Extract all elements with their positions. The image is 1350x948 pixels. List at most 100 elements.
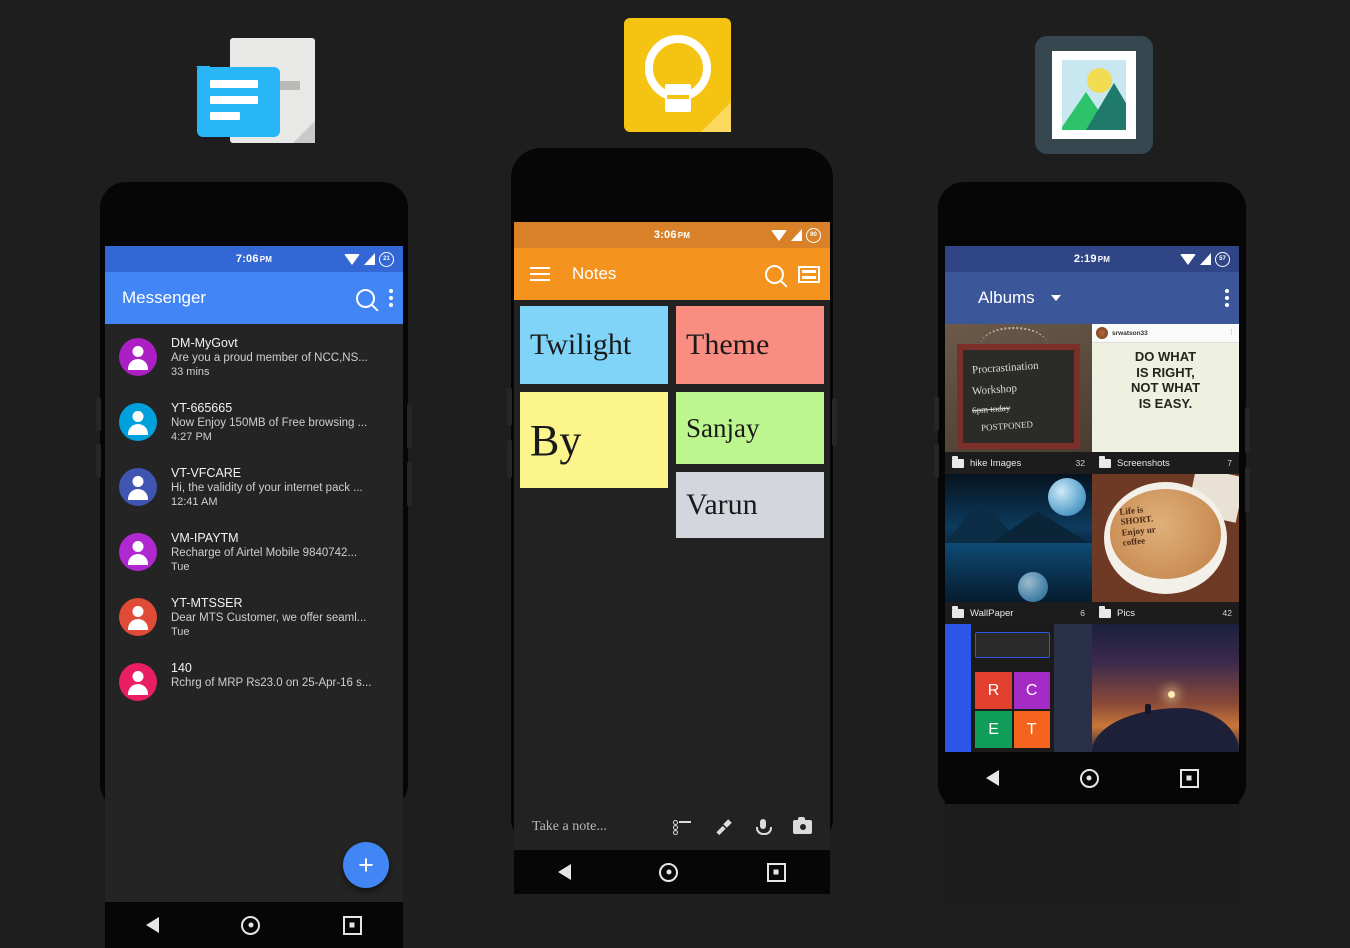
landscape-image [1062, 60, 1126, 130]
back-icon[interactable] [558, 864, 572, 880]
bubble-line-1 [210, 80, 258, 88]
album-thumbnail[interactable] [1092, 624, 1239, 752]
wallpaper-canvas: 7:06PM 21 Messenger DM-MyGovt Are you a … [0, 0, 1350, 948]
contact-name: VT-VFCARE [171, 466, 242, 480]
power-button[interactable] [407, 404, 412, 448]
folder-icon [952, 455, 964, 468]
hamburger-menu-icon[interactable] [530, 267, 550, 281]
volume-button[interactable] [934, 397, 939, 431]
instagram-header: srwatson33 ⋮ [1092, 324, 1239, 343]
album-cell[interactable]: R C E T [945, 624, 1092, 752]
power-button[interactable] [1245, 407, 1250, 453]
side-button[interactable] [407, 462, 412, 506]
volume-button[interactable] [96, 397, 101, 431]
volume-button[interactable] [507, 388, 512, 426]
microphone-icon[interactable] [756, 818, 772, 836]
album-cell[interactable]: Life is SHORT. Enjoy ur coffee Pics 42 [1092, 474, 1239, 624]
list-view-toggle-icon[interactable] [798, 265, 820, 283]
conversation-list[interactable]: DM-MyGovt Are you a proud member of NCC,… [105, 324, 403, 902]
dialer-tabs [975, 660, 1050, 670]
chain-shape [980, 326, 1048, 347]
list-item[interactable]: VT-VFCARE Hi, the validity of your inter… [105, 454, 403, 519]
chalk-line-3: 6pm today [971, 403, 1011, 416]
chalk-line-4: POSTPONED [980, 419, 1033, 433]
compose-fab[interactable]: + [343, 842, 389, 888]
checklist-icon[interactable] [673, 819, 691, 835]
album-grid[interactable]: Procrastination Workshop 6pm today POSTP… [945, 324, 1239, 902]
home-icon[interactable] [659, 862, 679, 882]
home-icon[interactable] [241, 915, 261, 935]
message-preview: Are you a proud member of NCC,NS... [171, 352, 368, 364]
back-icon[interactable] [146, 917, 160, 933]
status-bar: 7:06PM 21 [105, 246, 403, 272]
list-item[interactable]: YT-MTSSER Dear MTS Customer, we offer se… [105, 584, 403, 649]
mountain-shape [993, 511, 1089, 544]
avatar [119, 598, 157, 636]
recents-icon[interactable] [342, 915, 362, 935]
album-thumbnail[interactable]: srwatson33 ⋮ DO WHAT IS RIGHT, NOT WHAT … [1092, 324, 1239, 452]
mountain-back [1086, 83, 1126, 130]
app-bar-messenger: Messenger [105, 272, 403, 324]
photo-frame-shape [1035, 36, 1153, 154]
take-a-note-input[interactable]: Take a note... [532, 819, 673, 835]
album-name: Screenshots [1117, 457, 1170, 469]
list-item[interactable]: 140 Rchrg of MRP Rs23.0 on 25-Apr-16 s..… [105, 649, 403, 712]
album-thumbnail[interactable]: Procrastination Workshop 6pm today POSTP… [945, 324, 1092, 452]
album-label: Pics 42 [1092, 602, 1239, 624]
message-preview: Dear MTS Customer, we offer seaml... [171, 612, 367, 624]
message-preview: Hi, the validity of your internet pack .… [171, 482, 363, 494]
album-thumbnail[interactable] [945, 474, 1092, 602]
home-icon[interactable] [1079, 768, 1099, 788]
avatar [119, 403, 157, 441]
recents-icon[interactable] [766, 862, 786, 882]
google-keep-app-icon [624, 18, 731, 132]
message-preview: Rchrg of MRP Rs23.0 on 25-Apr-16 s... [171, 677, 372, 689]
album-cell[interactable]: srwatson33 ⋮ DO WHAT IS RIGHT, NOT WHAT … [1092, 324, 1239, 474]
android-nav-bar [945, 752, 1239, 804]
album-cell[interactable] [1092, 624, 1239, 752]
album-count: 32 [1075, 458, 1085, 468]
quote-line-3: NOT WHAT [1130, 380, 1201, 396]
list-item[interactable]: VM-IPAYTM Recharge of Airtel Mobile 9840… [105, 519, 403, 584]
recents-icon[interactable] [1179, 768, 1199, 788]
power-button[interactable] [832, 398, 837, 446]
album-cell[interactable]: Procrastination Workshop 6pm today POSTP… [945, 324, 1092, 474]
pen-icon[interactable] [717, 819, 733, 835]
note-card[interactable]: Twilight [520, 306, 668, 384]
coffee-photo: Life is SHORT. Enjoy ur coffee [1092, 474, 1239, 602]
contact-name: DM-MyGovt [171, 336, 238, 350]
bubble-line-3 [210, 112, 240, 120]
tile: C [1013, 672, 1050, 709]
note-card[interactable]: Varun [676, 472, 824, 538]
overflow-menu-icon[interactable] [1225, 289, 1229, 307]
message-time: Tue [171, 626, 190, 638]
overflow-menu-icon: ⋮ [1228, 329, 1235, 337]
album-row: R C E T [945, 624, 1239, 752]
app-title: Notes [572, 264, 617, 283]
album-selector-label[interactable]: Albums [978, 288, 1035, 308]
album-thumbnail[interactable]: R C E T [945, 624, 1092, 752]
note-card[interactable]: Theme [676, 306, 824, 384]
overflow-menu-icon[interactable] [389, 289, 393, 307]
note-card[interactable]: By [520, 392, 668, 488]
album-cell[interactable]: WallPaper 6 [945, 474, 1092, 624]
chevron-down-icon[interactable] [1050, 295, 1061, 301]
android-nav-bar [514, 850, 830, 894]
note-card[interactable]: Sanjay [676, 392, 824, 464]
camera-icon[interactable] [793, 817, 812, 834]
screen-notes: 3:06PM 90 Notes Twilight By Theme Sanjay… [514, 222, 830, 894]
search-icon[interactable] [765, 264, 784, 284]
back-icon[interactable] [985, 770, 999, 786]
list-item[interactable]: DM-MyGovt Are you a proud member of NCC,… [105, 324, 403, 389]
volume-down-button[interactable] [934, 444, 939, 478]
volume-down-button[interactable] [96, 444, 101, 478]
side-button[interactable] [1245, 467, 1250, 513]
volume-down-button[interactable] [507, 440, 512, 478]
album-thumbnail[interactable]: Life is SHORT. Enjoy ur coffee [1092, 474, 1239, 602]
search-icon[interactable] [356, 288, 375, 308]
note-composer-bar[interactable]: Take a note... [514, 804, 830, 850]
list-item[interactable]: YT-665665 Now Enjoy 150MB of Free browsi… [105, 389, 403, 454]
message-time: 4:27 PM [171, 431, 212, 443]
moon-wallpaper-photo [945, 474, 1092, 602]
app-title: Messenger [122, 288, 207, 307]
